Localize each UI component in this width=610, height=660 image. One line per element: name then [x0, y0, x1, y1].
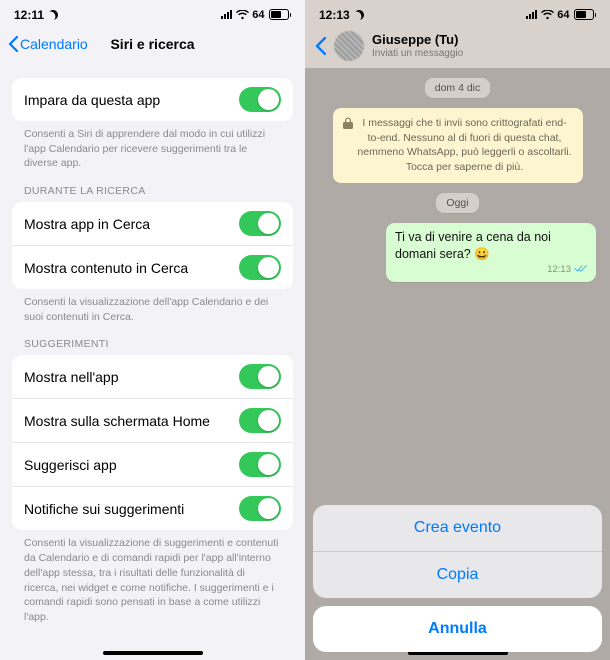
battery-icon — [269, 9, 292, 20]
learn-row[interactable]: Impara da questa app — [12, 78, 293, 121]
search-row-1[interactable]: Mostra contenuto in Cerca — [12, 245, 293, 289]
cellular-icon — [526, 10, 537, 19]
toggle[interactable] — [239, 408, 281, 433]
suggest-row-2[interactable]: Suggerisci app — [12, 442, 293, 486]
sheet-cancel[interactable]: Annulla — [313, 606, 602, 652]
message-time: 12:13 — [547, 264, 571, 277]
contact-subtitle: Inviati un messaggio — [372, 48, 463, 60]
suggest-footer: Consenti la visualizzazione di suggerime… — [12, 530, 293, 624]
sheet-copy[interactable]: Copia — [313, 551, 602, 598]
sheet-create-event[interactable]: Crea evento — [313, 505, 602, 551]
chevron-left-icon — [8, 36, 18, 52]
message-text: Ti va di venire a cena da noi domani ser… — [395, 230, 551, 261]
lock-icon — [343, 117, 353, 129]
back-label: Calendario — [20, 36, 88, 52]
toggle[interactable] — [239, 211, 281, 236]
status-bar: 12:11 64 — [0, 0, 305, 24]
wifi-icon — [236, 10, 248, 19]
whatsapp-screen: 12:13 64 Giuseppe (Tu) Inviati un messag… — [305, 0, 610, 660]
toggle[interactable] — [239, 255, 281, 280]
focus-moon-icon — [352, 8, 366, 22]
home-indicator — [103, 651, 203, 655]
today-pill: Oggi — [436, 193, 478, 213]
toggle[interactable] — [239, 452, 281, 477]
back-button[interactable]: Calendario — [8, 36, 88, 52]
search-header: DURANTE LA RICERCA — [12, 185, 293, 202]
suggest-header: SUGGERIMENTI — [12, 338, 293, 355]
cellular-icon — [221, 10, 232, 19]
focus-moon-icon — [46, 8, 60, 22]
learn-label: Impara da questa app — [24, 92, 160, 108]
back-button[interactable] — [315, 37, 326, 55]
battery-percent: 64 — [557, 9, 569, 21]
suggest-row-1[interactable]: Mostra sulla schermata Home — [12, 398, 293, 442]
date-pill: dom 4 dic — [425, 78, 491, 98]
wifi-icon — [541, 10, 553, 19]
learn-footer: Consenti a Siri di apprendere dal modo i… — [12, 121, 293, 171]
message-bubble[interactable]: Ti va di venire a cena da noi domani ser… — [386, 223, 596, 283]
status-time: 12:11 — [14, 8, 44, 22]
encryption-notice[interactable]: I messaggi che ti invii sono crittografa… — [333, 108, 583, 183]
suggest-row-3[interactable]: Notifiche sui suggerimenti — [12, 486, 293, 530]
battery-percent: 64 — [252, 9, 264, 21]
contact-name: Giuseppe (Tu) — [372, 33, 463, 48]
battery-icon — [574, 9, 597, 20]
search-row-0[interactable]: Mostra app in Cerca — [12, 202, 293, 245]
chat-header[interactable]: Giuseppe (Tu) Inviati un messaggio — [305, 24, 610, 68]
learn-toggle[interactable] — [239, 87, 281, 112]
status-time: 12:13 — [319, 8, 350, 22]
nav-bar: Calendario Siri e ricerca — [0, 24, 305, 64]
status-bar: 12:13 64 — [305, 0, 610, 24]
suggest-row-0[interactable]: Mostra nell'app — [12, 355, 293, 398]
read-ticks-icon — [574, 264, 588, 278]
avatar[interactable] — [334, 31, 364, 61]
action-sheet: Crea evento Copia Annulla — [305, 497, 610, 660]
toggle[interactable] — [239, 496, 281, 521]
search-footer: Consenti la visualizzazione dell'app Cal… — [12, 289, 293, 324]
toggle[interactable] — [239, 364, 281, 389]
settings-screen: 12:11 64 Calendario Siri e ricerca Im — [0, 0, 305, 660]
